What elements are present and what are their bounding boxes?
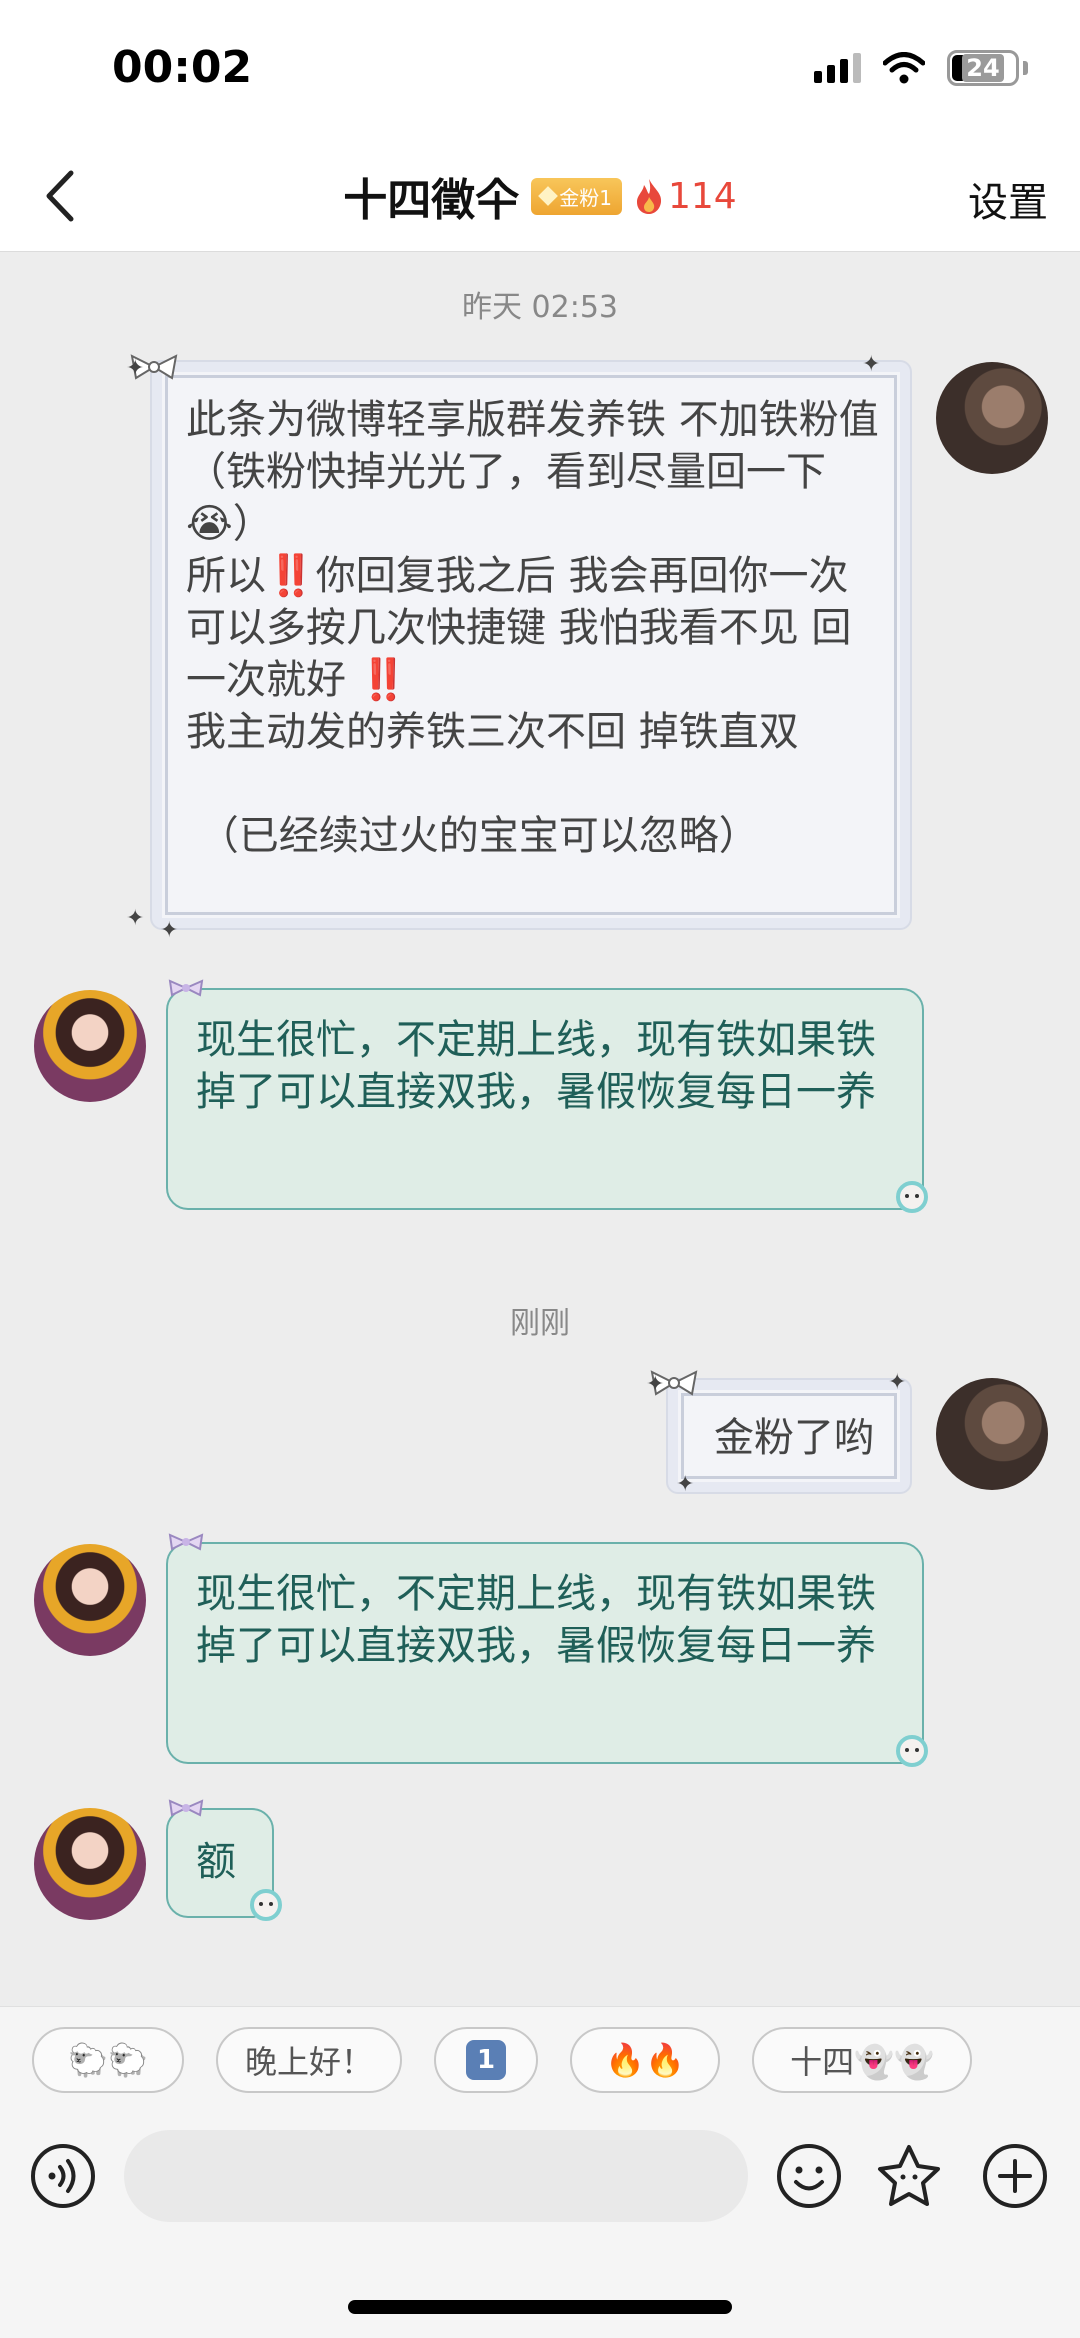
message-text: 此条为微博轻享版群发养铁 不加铁粉值（铁粉快掉光光了，看到尽量回一下😭） 所以‼… [186,397,879,859]
bow-decoration [168,1533,204,1551]
timestamp: 昨天 02:53 [462,290,618,325]
diamond-icon [538,186,559,206]
sparkle-icon: ✦ [676,1472,695,1497]
message-bubble[interactable]: 金粉了哟 [668,1380,910,1492]
chat-title-group: 十四徵仐 金粉1 114 [0,164,1080,228]
message-text: 现生很忙，不定期上线，现有铁如果铁掉了可以直接双我，暑假恢复每日一养 [196,1571,876,1669]
message-bubble[interactable]: 现生很忙，不定期上线，现有铁如果铁掉了可以直接双我，暑假恢复每日一养 [166,1542,924,1764]
plus-icon[interactable] [982,2143,1048,2209]
miku-sticker-icon [896,1735,928,1767]
avatar-her[interactable] [34,1544,146,1656]
fire-streak: 114 [634,176,737,217]
chat-screen: 00:02 24 十四徵仐 金粉1 114 设置 昨天 02:53 此条为微博轻… [0,0,1080,2338]
signal-icon [814,53,861,83]
battery-cap [1023,61,1028,75]
sparkle-icon: ✦ [646,1372,665,1397]
message-text: 现生很忙，不定期上线，现有铁如果铁掉了可以直接双我，暑假恢复每日一养 [196,1017,876,1115]
home-indicator [348,2300,732,2314]
sparkle-icon: ✦ [160,918,179,943]
sticker-icon[interactable] [876,2143,942,2209]
fan-badge-label: 金粉1 [559,185,612,210]
quick-reply-chip[interactable]: 十四👻👻 [752,2027,972,2093]
battery-icon: 24 [947,50,1019,86]
avatar-me[interactable] [936,1378,1048,1490]
flame-count: 114 [668,175,737,217]
quick-reply-bar: 🐑🐑 晚上好！ 1 🔥🔥 十四👻👻 [0,2006,1080,2118]
keycap-one-icon: 1 [466,2040,506,2080]
status-bar: 00:02 24 [0,0,1080,140]
miku-sticker-icon [250,1889,282,1921]
chat-header: 十四徵仐 金粉1 114 设置 [0,140,1080,252]
status-icons: 24 [814,50,1028,86]
message-input[interactable] [124,2130,748,2222]
sparkle-icon: ✦ [126,356,145,381]
sparkle-icon: ✦ [126,906,145,931]
settings-button[interactable]: 设置 [968,170,1048,228]
voice-icon[interactable] [30,2143,96,2209]
quick-reply-chip[interactable]: 1 [434,2027,538,2093]
fan-level-badge: 金粉1 [531,177,622,215]
sparkle-icon: ✦ [862,352,881,377]
avatar-her[interactable] [34,990,146,1102]
status-time: 00:02 [112,42,253,93]
battery-level: 24 [962,54,1004,82]
bow-decoration [168,1799,204,1817]
chat-title: 十四徵仐 [343,175,520,226]
message-bubble[interactable]: 此条为微博轻享版群发养铁 不加铁粉值（铁粉快掉光光了，看到尽量回一下😭） 所以‼… [152,362,910,928]
bow-decoration [168,979,204,997]
wifi-icon [883,52,925,84]
avatar-her[interactable] [34,1808,146,1920]
emoji-icon[interactable] [776,2143,842,2209]
message-bubble[interactable]: 现生很忙，不定期上线，现有铁如果铁掉了可以直接双我，暑假恢复每日一养 [166,988,924,1210]
flame-icon [637,179,662,214]
timestamp: 刚刚 [510,1306,570,1341]
message-text: 额 [196,1839,236,1885]
message-text: 金粉了哟 [714,1415,874,1461]
quick-reply-chip[interactable]: 🔥🔥 [570,2027,720,2093]
quick-reply-chip[interactable]: 晚上好！ [216,2027,402,2093]
sparkle-icon: ✦ [888,1370,907,1395]
quick-reply-chip[interactable]: 🐑🐑 [32,2027,184,2093]
miku-sticker-icon [896,1181,928,1213]
avatar-me[interactable] [936,362,1048,474]
